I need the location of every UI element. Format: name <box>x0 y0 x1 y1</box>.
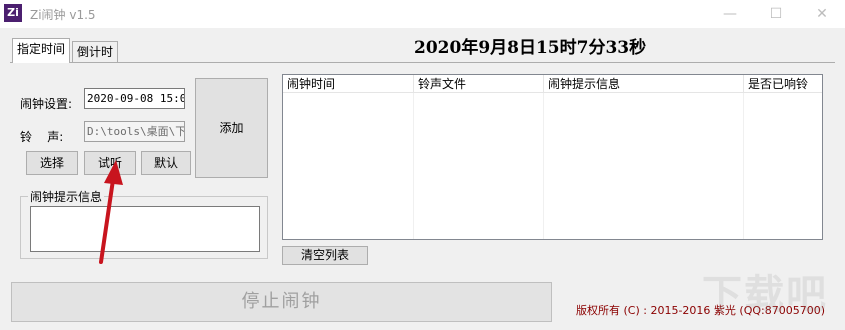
annotation-arrow-icon <box>99 160 123 264</box>
tab-specified-time[interactable]: 指定时间 <box>12 38 71 63</box>
